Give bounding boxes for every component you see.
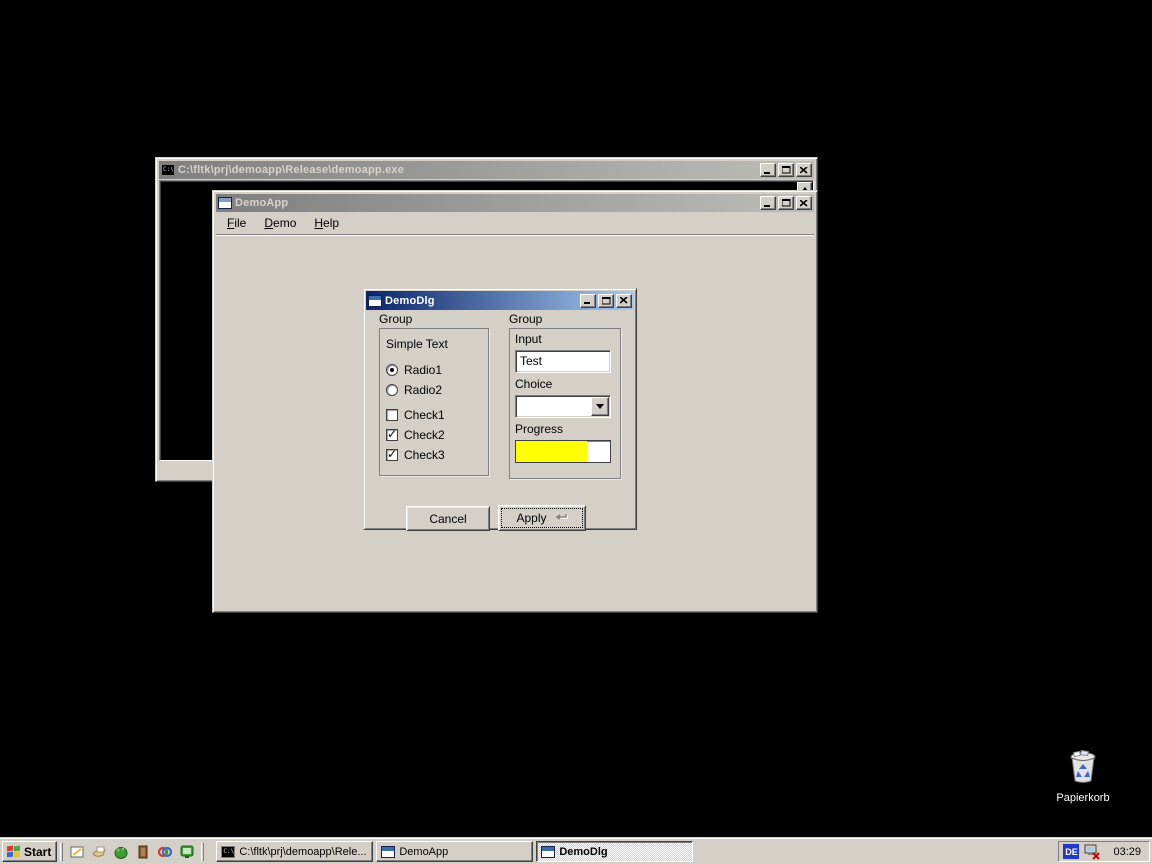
menu-bar: File Demo Help: [216, 212, 814, 235]
cancel-button[interactable]: Cancel: [406, 506, 490, 531]
maximize-button[interactable]: [778, 163, 794, 177]
demodlg-title: DemoDlg: [385, 295, 577, 307]
left-group-label: Group: [379, 312, 412, 326]
start-button[interactable]: Start: [2, 841, 57, 862]
choice-dropdown[interactable]: [515, 395, 611, 418]
taskbar-clock[interactable]: 03:29: [1105, 846, 1141, 858]
check2[interactable]: ✓ Check2: [386, 428, 445, 442]
checkbox-icon[interactable]: ✓: [386, 429, 398, 441]
recycle-bin-shortcut[interactable]: Papierkorb: [1046, 750, 1120, 804]
console-title: C:\fltk\prj\demoapp\Release\demoapp.exe: [178, 164, 757, 176]
task-label: DemoDlg: [559, 846, 607, 858]
check1[interactable]: ✓ Check1: [386, 408, 445, 422]
radio1-label: Radio1: [404, 363, 442, 377]
progress-bar: [515, 440, 611, 463]
start-label: Start: [24, 845, 51, 859]
close-button[interactable]: [616, 294, 632, 308]
radio2-label: Radio2: [404, 383, 442, 397]
recycle-bin-icon[interactable]: [1066, 750, 1100, 784]
radio-icon[interactable]: [386, 364, 398, 376]
demoapp-title: DemoApp: [235, 197, 757, 209]
window-icon: [381, 846, 395, 858]
console-icon: C:\: [161, 164, 175, 176]
green-terminal-icon[interactable]: [177, 842, 197, 862]
cancel-label: Cancel: [429, 512, 466, 526]
demodlg-titlebar[interactable]: DemoDlg: [366, 291, 634, 310]
hand-note-icon[interactable]: [89, 842, 109, 862]
apply-label: Apply: [516, 511, 546, 525]
taskbar-divider[interactable]: [201, 843, 204, 861]
keyboard-layout-indicator[interactable]: DE: [1063, 844, 1079, 859]
minimize-button[interactable]: [760, 196, 776, 210]
radio-icon[interactable]: [386, 384, 398, 396]
menu-help[interactable]: Help: [307, 214, 346, 232]
task-label: C:\fltk\prj\demoapp\Rele...: [239, 846, 366, 858]
maximize-button[interactable]: [778, 196, 794, 210]
window-icon: [541, 846, 555, 858]
recycle-bin-label: Papierkorb: [1046, 792, 1120, 804]
task-button-console[interactable]: C:\ C:\fltk\prj\demoapp\Rele...: [216, 841, 373, 862]
console-titlebar[interactable]: C:\ C:\fltk\prj\demoapp\Release\demoapp.…: [159, 161, 814, 179]
check2-label: Check2: [404, 428, 445, 442]
check1-label: Check1: [404, 408, 445, 422]
input-label: Input: [515, 332, 542, 346]
close-button[interactable]: [796, 163, 812, 177]
task-button-demodlg[interactable]: DemoDlg: [536, 841, 693, 862]
system-tray: DE 03:29: [1058, 841, 1150, 862]
color-loop-icon[interactable]: [155, 842, 175, 862]
right-group-label: Group: [509, 312, 542, 326]
choice-value: [516, 396, 590, 417]
radio2[interactable]: Radio2: [386, 383, 442, 397]
check3[interactable]: ✓ Check3: [386, 448, 445, 462]
green-creature-icon[interactable]: [111, 842, 131, 862]
simple-text-label: Simple Text: [386, 337, 448, 351]
window-icon: [218, 197, 232, 209]
close-button[interactable]: [796, 196, 812, 210]
checkbox-icon[interactable]: ✓: [386, 409, 398, 421]
desktop-document-icon[interactable]: [67, 842, 87, 862]
network-offline-icon[interactable]: [1083, 843, 1101, 860]
window-icon: [368, 295, 382, 307]
maximize-button[interactable]: [598, 294, 614, 308]
menu-demo[interactable]: Demo: [257, 214, 303, 232]
chevron-down-icon: [596, 404, 604, 409]
task-button-demoapp[interactable]: DemoApp: [376, 841, 533, 862]
dropdown-button[interactable]: [591, 397, 609, 416]
choice-label: Choice: [515, 377, 552, 391]
check3-label: Check3: [404, 448, 445, 462]
minimize-button[interactable]: [760, 163, 776, 177]
picture-door-icon[interactable]: [133, 842, 153, 862]
demoapp-titlebar[interactable]: DemoApp: [216, 194, 814, 212]
apply-button[interactable]: Apply: [498, 505, 586, 531]
console-icon: C:\: [221, 846, 235, 858]
progress-label: Progress: [515, 422, 563, 436]
minimize-button[interactable]: [580, 294, 596, 308]
windows-flag-icon: [6, 845, 21, 858]
demodlg-window: DemoDlg Group Simple Text Radio1 Radio2 …: [363, 288, 637, 530]
taskbar: Start C:\ C:\fltk\prj\demoapp\Rele... De…: [0, 838, 1152, 864]
menu-file[interactable]: File: [220, 214, 253, 232]
taskbar-divider[interactable]: [60, 843, 63, 861]
input-field[interactable]: Test: [515, 350, 611, 373]
radio1[interactable]: Radio1: [386, 363, 442, 377]
checkbox-icon[interactable]: ✓: [386, 449, 398, 461]
return-arrow-icon: [553, 513, 568, 523]
task-label: DemoApp: [399, 846, 448, 858]
progress-fill: [516, 441, 587, 462]
